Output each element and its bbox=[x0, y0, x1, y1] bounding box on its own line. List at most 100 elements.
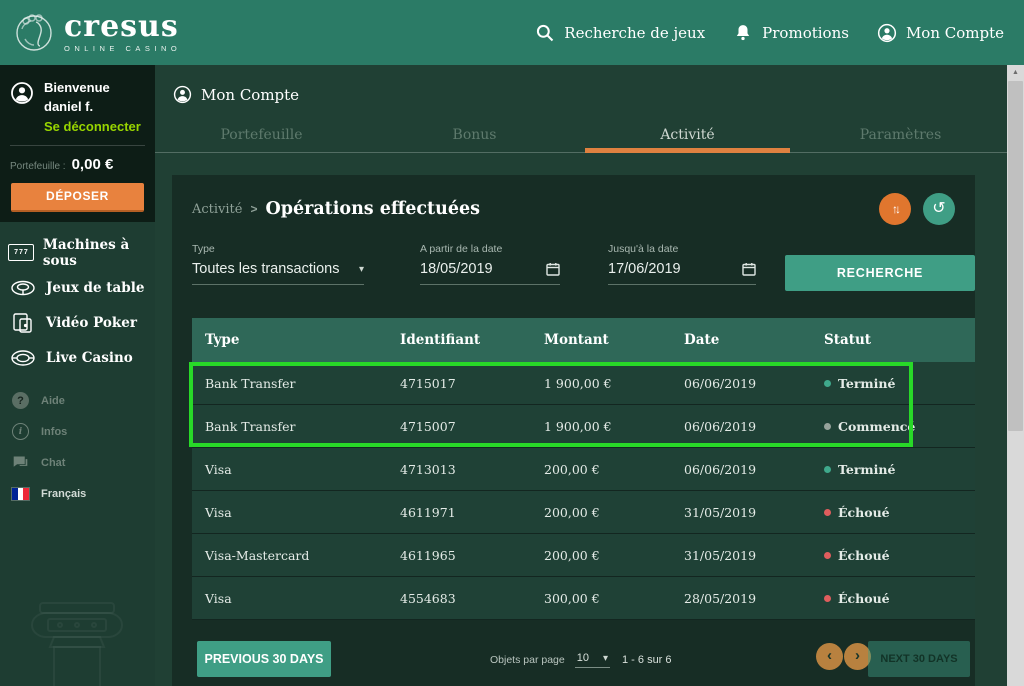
breadcrumb: Activité > Opérations effectuées ↑↓ ↺ bbox=[192, 191, 955, 227]
live-casino-icon bbox=[10, 349, 36, 367]
account-tab[interactable]: Activité bbox=[581, 117, 794, 152]
user-icon bbox=[877, 23, 897, 43]
cell-identifiant: 4554683 bbox=[400, 591, 544, 606]
table-row[interactable]: Visa-Mastercard 4611965 200,00 € 31/05/2… bbox=[192, 534, 975, 577]
history-button[interactable]: ↺ bbox=[923, 193, 955, 225]
date-from-label: A partir de la date bbox=[420, 243, 560, 255]
logo-subtitle: ONLINE CASINO bbox=[64, 45, 181, 53]
cell-identifiant: 4713013 bbox=[400, 462, 544, 477]
sidebar-item-video-poker[interactable]: Vidéo Poker bbox=[0, 305, 155, 340]
filters-row: Type Toutes les transactions ▾ A partir … bbox=[172, 243, 975, 303]
status-dot bbox=[824, 552, 831, 559]
sidebar-slots-label: Machines à sous bbox=[43, 237, 155, 269]
chevron-down-icon: ▾ bbox=[359, 264, 364, 275]
type-filter-select[interactable]: Toutes les transactions ▾ bbox=[192, 261, 364, 285]
scroll-up-arrow[interactable]: ▲ bbox=[1007, 65, 1024, 80]
slot-machine-icon: 777 bbox=[8, 244, 34, 261]
sidebar-item-help[interactable]: ? Aide bbox=[0, 385, 155, 416]
cell-date: 06/06/2019 bbox=[684, 376, 824, 391]
previous-30-days-button[interactable]: PREVIOUS 30 DAYS bbox=[197, 641, 331, 677]
nav-my-account[interactable]: Mon Compte bbox=[877, 23, 1004, 43]
scrollbar[interactable]: ▲ bbox=[1007, 65, 1024, 686]
chevron-left-icon: ‹ bbox=[827, 648, 832, 663]
logo-coin-icon bbox=[12, 9, 56, 57]
table-header: TypeIdentifiantMontantDateStatut bbox=[192, 318, 975, 362]
table-body: Bank Transfer 4715017 1 900,00 € 06/06/2… bbox=[192, 362, 975, 620]
sidebar-item-slots[interactable]: 777 Machines à sous bbox=[0, 235, 155, 270]
date-to-label: Jusqu'à la date bbox=[608, 243, 756, 255]
nav-promotions[interactable]: Promotions bbox=[733, 23, 849, 43]
status-label: Terminé bbox=[838, 462, 895, 477]
username: daniel f. bbox=[44, 98, 141, 117]
column-header: Statut bbox=[824, 332, 975, 348]
cell-statut: Terminé bbox=[824, 376, 975, 391]
account-tab[interactable]: Paramètres bbox=[794, 117, 1007, 152]
cell-identifiant: 4611965 bbox=[400, 548, 544, 563]
logout-link[interactable]: Se déconnecter bbox=[44, 119, 141, 134]
sidebar-live-casino-label: Live Casino bbox=[46, 350, 133, 366]
status-dot bbox=[824, 595, 831, 602]
cell-montant: 1 900,00 € bbox=[544, 376, 684, 391]
sidebar-item-language[interactable]: Français bbox=[0, 478, 155, 509]
logo-text: cresus ONLINE CASINO bbox=[64, 12, 181, 53]
sidebar-table-games-label: Jeux de table bbox=[46, 280, 144, 296]
help-icon: ? bbox=[12, 392, 29, 409]
date-to-input[interactable]: 17/06/2019 bbox=[608, 261, 756, 285]
tab-label: Paramètres bbox=[860, 127, 942, 143]
table-row[interactable]: Bank Transfer 4715017 1 900,00 € 06/06/2… bbox=[192, 362, 975, 405]
sidebar-user-box: Bienvenue daniel f. Se déconnecter Porte… bbox=[0, 65, 155, 222]
per-page-select[interactable]: 10 ▾ bbox=[575, 652, 610, 668]
chat-label: Chat bbox=[41, 457, 65, 469]
page-title-text: Mon Compte bbox=[201, 86, 299, 104]
logo[interactable]: cresus ONLINE CASINO bbox=[0, 9, 181, 57]
account-title-icon bbox=[173, 85, 192, 104]
breadcrumb-current: Opérations effectuées bbox=[266, 199, 480, 219]
cell-type: Visa bbox=[205, 462, 400, 477]
per-page-label: Objets par page bbox=[490, 654, 565, 666]
next-page-button[interactable]: › bbox=[844, 643, 871, 670]
cell-montant: 200,00 € bbox=[544, 548, 684, 563]
tab-label: Portefeuille bbox=[220, 127, 302, 143]
calendar-icon bbox=[546, 262, 560, 276]
cell-type: Bank Transfer bbox=[205, 376, 400, 391]
type-filter-value: Toutes les transactions bbox=[192, 261, 340, 277]
column-header: Identifiant bbox=[400, 332, 544, 348]
table-games-icon bbox=[10, 279, 36, 297]
sidebar-item-table-games[interactable]: Jeux de table bbox=[0, 270, 155, 305]
sort-arrows-icon: ↑↓ bbox=[892, 203, 898, 215]
cell-statut: Terminé bbox=[824, 462, 975, 477]
status-label: Échoué bbox=[838, 548, 890, 563]
search-button[interactable]: RECHERCHE bbox=[785, 255, 975, 291]
info-icon: i bbox=[12, 423, 29, 440]
account-tab[interactable]: Bonus bbox=[368, 117, 581, 152]
header-nav: Recherche de jeux Promotions Mon Compte bbox=[535, 23, 1024, 43]
scrollbar-thumb[interactable] bbox=[1008, 81, 1023, 431]
table-row[interactable]: Visa 4713013 200,00 € 06/06/2019 Terminé bbox=[192, 448, 975, 491]
status-label: Échoué bbox=[838, 591, 890, 606]
chevron-right-icon: › bbox=[855, 648, 860, 663]
nav-search-games[interactable]: Recherche de jeux bbox=[535, 23, 705, 43]
account-tab[interactable]: Portefeuille bbox=[155, 117, 368, 152]
account-tabs: Portefeuille Bonus Activité Paramètres bbox=[155, 117, 1007, 153]
table-row[interactable]: Bank Transfer 4715007 1 900,00 € 06/06/2… bbox=[192, 405, 975, 448]
status-dot bbox=[824, 423, 831, 430]
sort-transactions-button[interactable]: ↑↓ bbox=[879, 193, 911, 225]
status-dot bbox=[824, 380, 831, 387]
table-row[interactable]: Visa 4611971 200,00 € 31/05/2019 Échoué bbox=[192, 491, 975, 534]
deposit-button[interactable]: DÉPOSER bbox=[11, 183, 144, 212]
previous-page-button[interactable]: ‹ bbox=[816, 643, 843, 670]
sidebar-item-infos[interactable]: i Infos bbox=[0, 416, 155, 447]
avatar-icon bbox=[10, 81, 34, 105]
cresus-casino-app: cresus ONLINE CASINO Recherche de jeux P… bbox=[0, 0, 1024, 686]
date-from-input[interactable]: 18/05/2019 bbox=[420, 261, 560, 285]
sidebar-item-live-casino[interactable]: Live Casino bbox=[0, 340, 155, 375]
breadcrumb-parent[interactable]: Activité bbox=[192, 202, 242, 217]
date-to-filter: Jusqu'à la date 17/06/2019 bbox=[608, 243, 756, 285]
table-row[interactable]: Visa 4554683 300,00 € 28/05/2019 Échoué bbox=[192, 577, 975, 620]
video-poker-icon bbox=[12, 312, 34, 334]
cell-date: 28/05/2019 bbox=[684, 591, 824, 606]
cell-type: Bank Transfer bbox=[205, 419, 400, 434]
transaction-type-filter: Type Toutes les transactions ▾ bbox=[192, 243, 364, 285]
logo-title: cresus bbox=[64, 12, 181, 42]
sidebar-item-chat[interactable]: Chat bbox=[0, 447, 155, 478]
